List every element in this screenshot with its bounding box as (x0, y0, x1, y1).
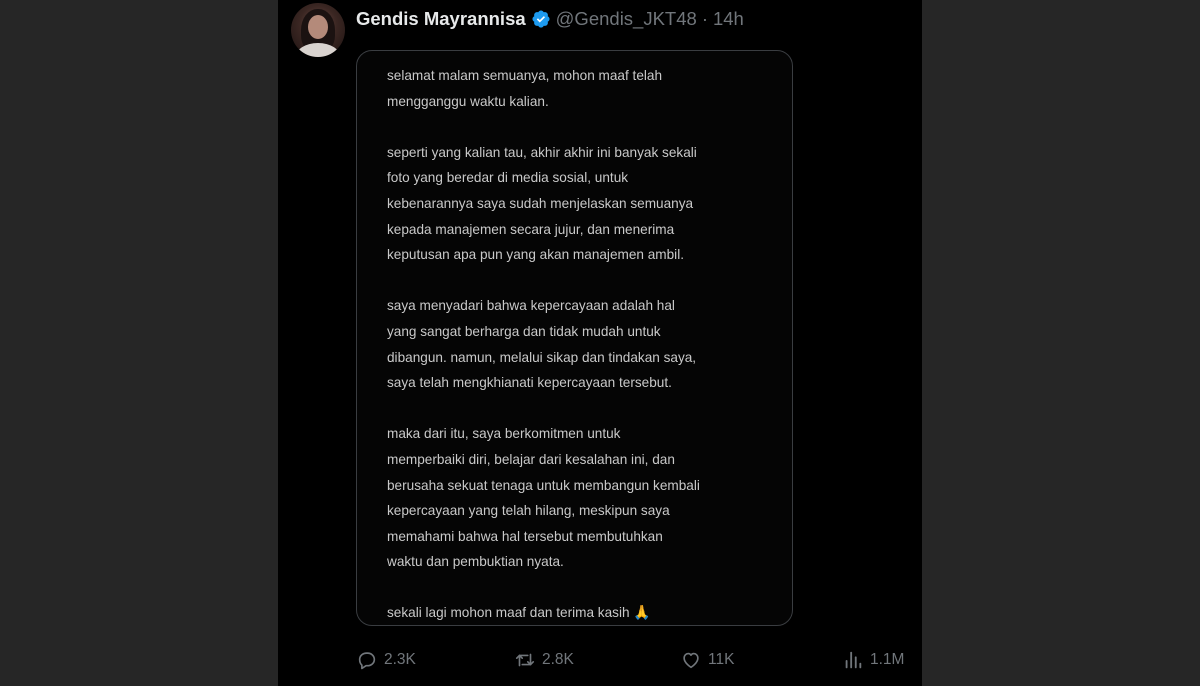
avatar-face (308, 15, 328, 39)
praying-hands-emoji: 🙏 (633, 604, 651, 621)
reply-button[interactable]: 2.3K (356, 648, 416, 672)
paragraph: selamat malam semuanya, mohon maaf telah… (387, 63, 777, 114)
statement-line: sekali lagi mohon maaf dan terima kasih (387, 605, 630, 621)
like-button[interactable]: 11K (680, 648, 734, 672)
statement-closing-line: sekali lagi mohon maaf dan terima kasih … (387, 600, 777, 626)
repost-icon (515, 653, 535, 667)
statement-line: kepada manajemen secara jujur, dan mener… (387, 221, 675, 237)
statement-line: selamat malam semuanya, mohon maaf telah (387, 68, 663, 83)
statement-line: seperti yang kalian tau, akhir akhir ini… (387, 144, 697, 160)
screenshot-stage: Gendis Mayrannisa @Gendis_JKT48 · 14h se… (0, 0, 1200, 686)
heart-icon (683, 652, 699, 669)
tweet-header: Gendis Mayrannisa @Gendis_JKT48 · 14h (356, 5, 744, 33)
tweet[interactable]: Gendis Mayrannisa @Gendis_JKT48 · 14h se… (278, 0, 922, 686)
statement-line: kebenarannya saya sudah menjelaskan semu… (387, 195, 694, 211)
paragraph: maka dari itu, saya berkomitmen untuk me… (387, 421, 777, 575)
timestamp[interactable]: 14h (713, 8, 744, 30)
statement-line: saya telah mengkhianati kepercayaan ters… (387, 375, 672, 391)
repost-button[interactable]: 2.8K (514, 648, 574, 672)
views-count: 1.1M (870, 651, 905, 668)
verified-badge-icon (531, 9, 551, 29)
reply-count: 2.3K (384, 651, 416, 668)
statement-line: mengganggu waktu kalian. (387, 93, 549, 109)
statement-line: dibangun. namun, melalui sikap dan tinda… (387, 349, 697, 365)
views-button[interactable]: 1.1M (842, 648, 904, 672)
views-icon (845, 651, 862, 669)
statement-line: maka dari itu, saya berkomitmen untuk (387, 426, 621, 442)
paragraph: seperti yang kalian tau, akhir akhir ini… (387, 140, 777, 268)
statement-line: saya menyadari bahwa kepercayaan adalah … (387, 298, 675, 314)
statement-text: selamat malam semuanya, mohon maaf telah… (387, 63, 777, 626)
separator-dot: · (701, 8, 708, 29)
statement-image[interactable]: selamat malam semuanya, mohon maaf telah… (356, 50, 793, 626)
repost-count: 2.8K (542, 651, 574, 668)
statement-line: berusaha sekuat tenaga untuk membangun k… (387, 477, 700, 493)
statement-line: yang sangat berharga dan tidak mudah unt… (387, 323, 661, 339)
action-bar: 2.3K 2.8K 11K 1.1M (356, 648, 908, 672)
display-name[interactable]: Gendis Mayrannisa (356, 8, 526, 30)
statement-line: keputusan apa pun yang akan manajemen am… (387, 247, 684, 263)
statement-line: foto yang beredar di media sosial, untuk (387, 170, 629, 186)
paragraph: saya menyadari bahwa kepercayaan adalah … (387, 293, 777, 395)
statement-line: memperbaiki diri, belajar dari kesalahan… (387, 451, 675, 467)
paragraph: sekali lagi mohon maaf dan terima kasih … (387, 600, 777, 626)
avatar[interactable] (291, 3, 345, 57)
avatar-shoulders (295, 43, 341, 57)
statement-line: memahami bahwa hal tersebut membutuhkan (387, 528, 663, 544)
user-handle[interactable]: @Gendis_JKT48 (556, 8, 697, 30)
reply-icon (358, 652, 376, 670)
statement-line: kepercayaan yang telah hilang, meskipun … (387, 503, 670, 519)
statement-line: waktu dan pembuktian nyata. (387, 554, 564, 570)
like-count: 11K (708, 651, 735, 668)
